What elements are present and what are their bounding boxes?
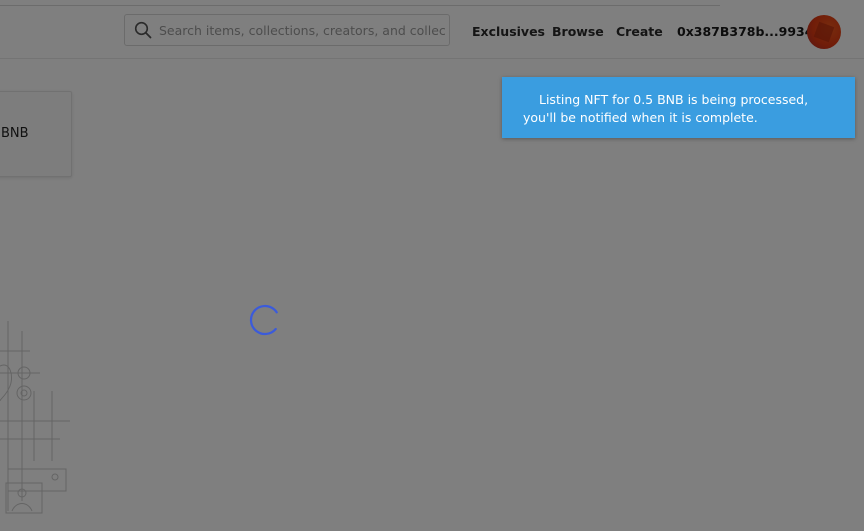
toast-message-line-2: you'll be notified when it is complete. <box>523 110 758 125</box>
notification-toast[interactable]: Listing NFT for 0.5 BNB is being process… <box>502 77 855 138</box>
loading-spinner-icon <box>249 304 281 336</box>
toast-message-line-1: Listing NFT for 0.5 BNB is being process… <box>539 92 809 107</box>
